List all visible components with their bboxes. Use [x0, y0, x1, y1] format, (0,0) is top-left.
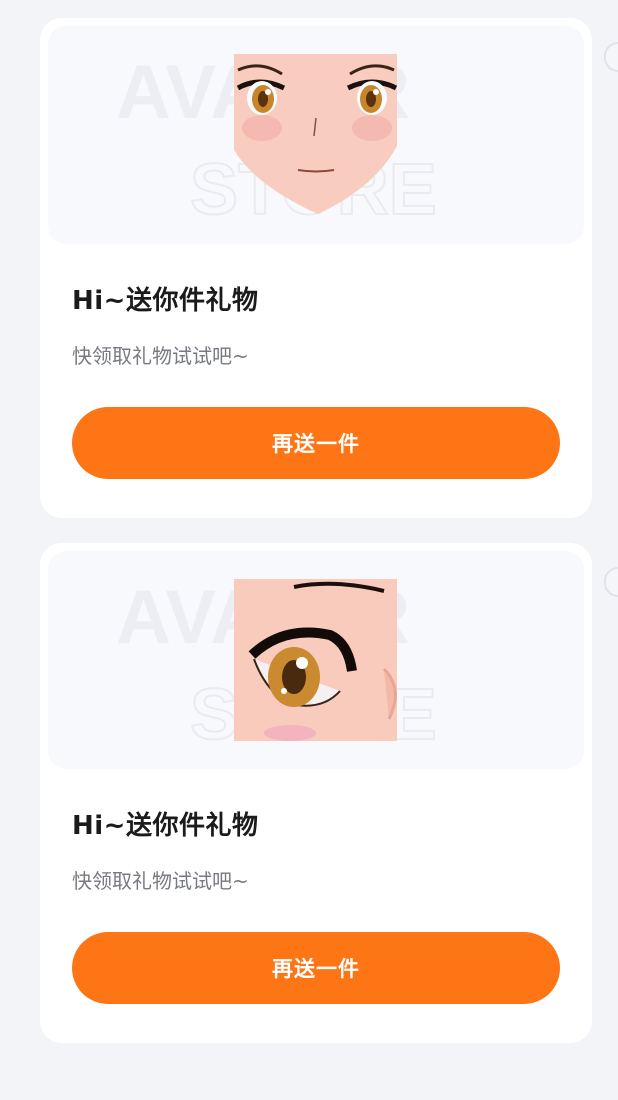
send-another-button[interactable]: 再送一件 [72, 932, 560, 1004]
gift-card: AVATAR STORE Hi~送你件礼物 快领取礼物试试吧~ 再送一件 [40, 18, 618, 518]
send-another-button[interactable]: 再送一件 [72, 407, 560, 479]
gift-title: Hi~送你件礼物 [72, 811, 259, 841]
gift-title: Hi~送你件礼物 [72, 286, 259, 316]
gift-subtitle: 快领取礼物试试吧~ [72, 869, 249, 893]
side-handle[interactable] [604, 42, 618, 72]
gift-preview: AVATAR STORE [48, 26, 584, 244]
gift-preview: AVATAR STORE [48, 551, 584, 769]
side-handle[interactable] [604, 567, 618, 597]
gift-subtitle: 快领取礼物试试吧~ [72, 344, 249, 368]
anime-eye-icon [234, 579, 397, 741]
gift-card: AVATAR STORE Hi~送你件礼物 快领取礼物试试吧~ 再送一件 [40, 543, 618, 1043]
anime-face-icon [234, 54, 397, 214]
